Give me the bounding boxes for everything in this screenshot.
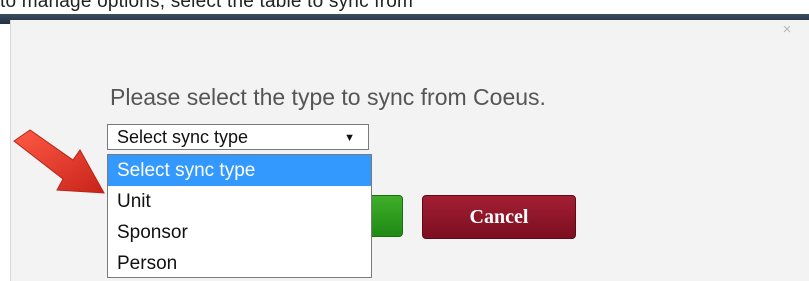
red-arrow-icon	[13, 129, 105, 194]
